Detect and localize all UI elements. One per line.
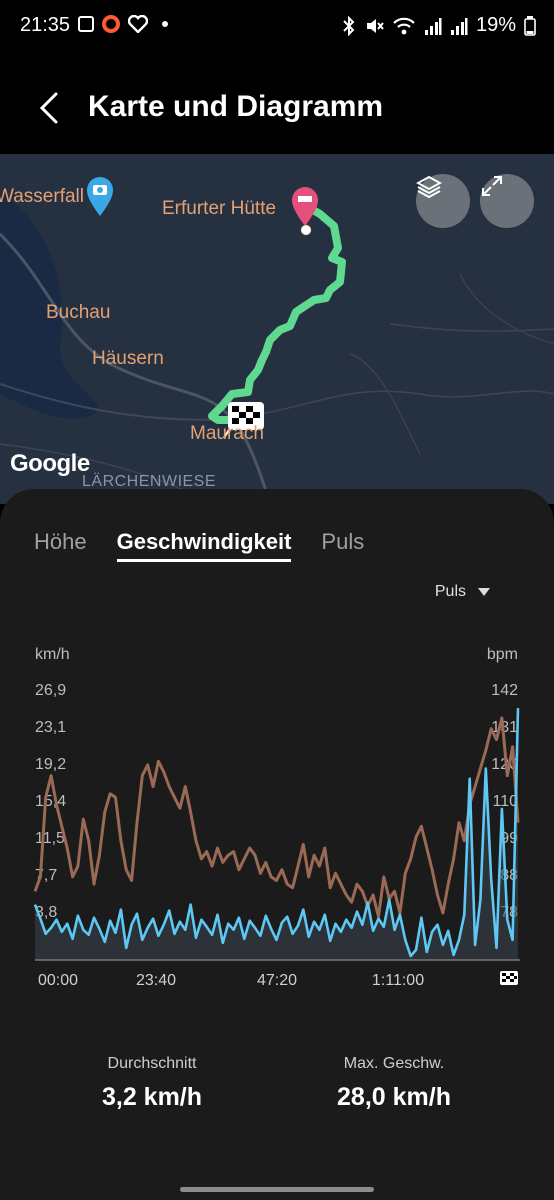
status-bar: 21:35 19% [0, 0, 554, 54]
page-title: Karte und Diagramm [88, 90, 384, 123]
health-icon [128, 15, 148, 33]
y-tick-label-right: 142 [491, 682, 518, 699]
camera-pin-icon[interactable] [87, 177, 113, 216]
stat-average-value: 3,2 km/h [101, 1083, 203, 1111]
tab-geschwindigkeit[interactable]: Geschwindigkeit [116, 529, 292, 562]
speed-line [33, 708, 520, 958]
stat-average-label: Durchschnitt [107, 1055, 197, 1072]
tab-puls[interactable]: Puls [321, 529, 364, 562]
y-tick-label-left: 23,1 [35, 719, 66, 736]
home-indicator[interactable] [180, 1187, 374, 1192]
bluetooth-icon [343, 15, 355, 36]
caret-down-icon [478, 588, 490, 596]
speed-chart[interactable]: km/h bpm 26,9 14223,1 13119,2 12015,4 11011,… [0, 639, 554, 999]
chart-tabs: Höhe Geschwindigkeit Puls [34, 529, 394, 562]
map-label-erfurter-huette: Erfurter Hütte [162, 198, 277, 219]
gallery-icon [78, 16, 94, 32]
chart-left-unit: km/h [35, 646, 70, 663]
mute-icon [366, 18, 384, 33]
y-tick-label-left: 19,2 [35, 756, 66, 773]
speed-area [35, 708, 518, 960]
signal-icon [450, 17, 468, 35]
back-button[interactable] [36, 90, 68, 126]
map-label-haeusern: Häusern [92, 348, 164, 369]
y-tick-label-left: 26,9 [35, 682, 66, 699]
y-tick-label-left: 11,5 [35, 830, 65, 847]
tab-hoehe[interactable]: Höhe [34, 529, 87, 562]
finish-flag-icon [500, 971, 518, 985]
layers-button[interactable] [416, 174, 470, 228]
map-label-maurach: Maurach [190, 423, 264, 444]
y-tick-label-left: 15,4 [35, 793, 66, 810]
route-start-marker [299, 223, 313, 237]
stat-max-speed: Max. Geschw. 28,0 km/h [284, 1055, 504, 1112]
chart-sheet: Höhe Geschwindigkeit Puls Puls km/h bpm … [0, 489, 554, 1200]
signal-icon [424, 17, 442, 35]
expand-icon [482, 176, 502, 196]
route-line [208, 202, 346, 424]
status-time: 21:35 [20, 14, 71, 36]
x-tick-label: 47:20 [257, 972, 297, 989]
stat-max-speed-value: 28,0 km/h [337, 1083, 451, 1111]
expand-button[interactable] [480, 174, 534, 228]
record-icon [102, 15, 120, 33]
map-label-wasserfall: Wasserfall [0, 186, 84, 207]
x-tick-label: 23:40 [136, 972, 176, 989]
google-attribution: Google [10, 450, 90, 477]
heart-rate-line [33, 716, 520, 919]
notification-dot-icon [162, 21, 168, 27]
wifi-icon [393, 17, 415, 34]
route-map[interactable]: Wasserfall Erfurter Hütte Buchau Häusern… [0, 154, 554, 504]
x-tick-label: 1:11:00 [372, 972, 424, 989]
battery-percent: 19% [475, 14, 516, 36]
hut-pin-icon[interactable] [292, 187, 318, 226]
chart-stats: Durchschnitt 3,2 km/h Max. Geschw. 28,0 … [0, 1055, 554, 1125]
overlay-select-value: Puls [434, 583, 466, 600]
stat-average: Durchschnitt 3,2 km/h [42, 1055, 262, 1112]
app-header: Karte und Diagramm [0, 60, 554, 156]
overlay-select[interactable]: Puls [435, 583, 490, 601]
y-tick-label-right: 110 [492, 793, 518, 810]
stat-max-speed-label: Max. Geschw. [343, 1055, 445, 1072]
x-tick-label: 00:00 [38, 972, 78, 989]
map-label-buchau: Buchau [46, 302, 111, 323]
layers-icon [416, 175, 442, 199]
battery-icon [524, 15, 536, 36]
chart-right-unit: bpm [487, 646, 518, 663]
